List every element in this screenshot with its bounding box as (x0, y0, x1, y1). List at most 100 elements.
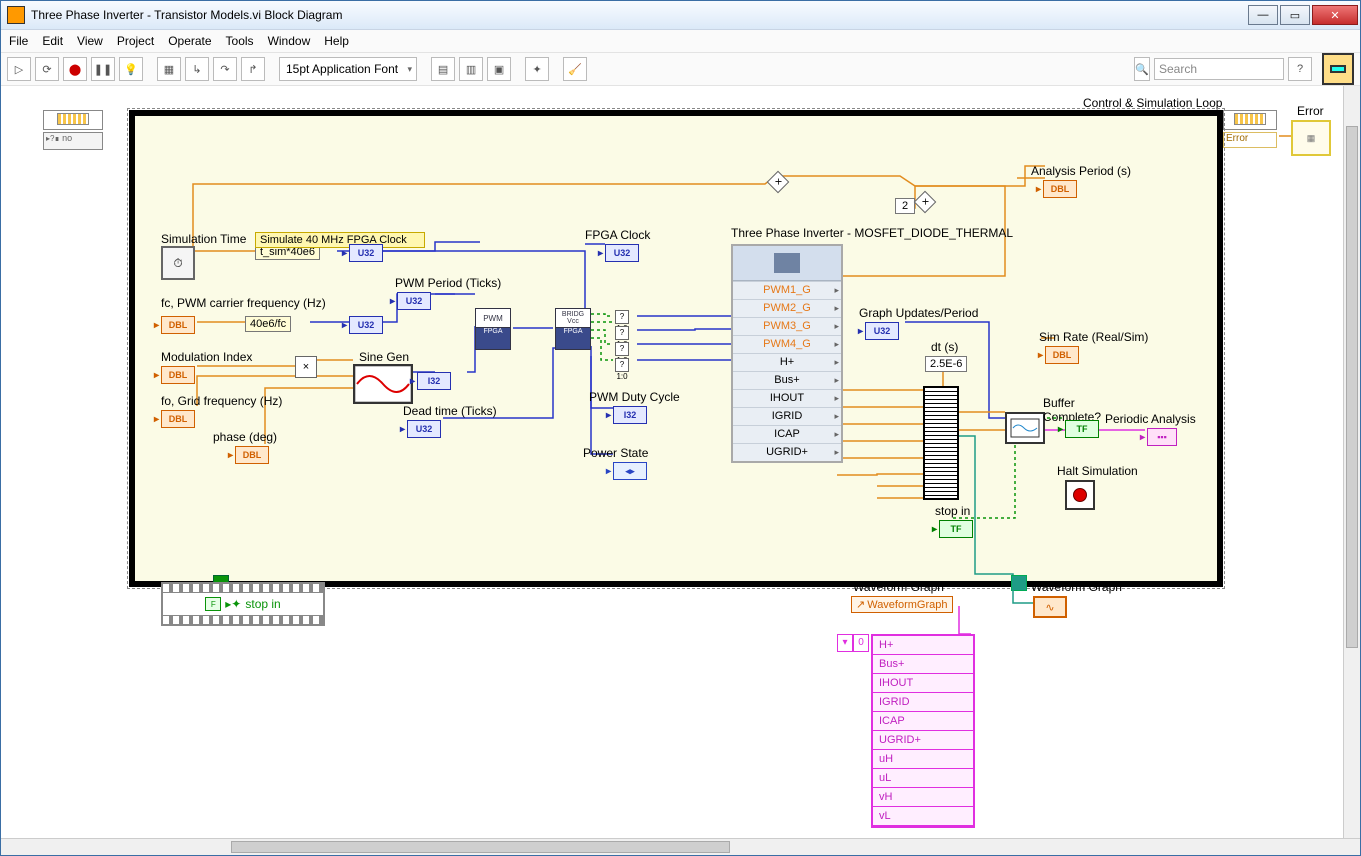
array-item-6[interactable]: uH (873, 750, 973, 769)
resize-button[interactable]: ▣ (487, 57, 511, 81)
dt-value[interactable]: 2.5E-6 (925, 356, 967, 372)
menu-edit[interactable]: Edit (42, 34, 63, 48)
collector-frame[interactable]: F ▸✦ stop in (161, 582, 325, 626)
horizontal-scrollbar[interactable] (1, 838, 1360, 855)
tf-chip-icon: F (205, 597, 221, 611)
reorder-button[interactable]: ✦ (525, 57, 549, 81)
array-item-1[interactable]: Bus+ (873, 655, 973, 674)
sim-rate-terminal[interactable]: DBL (1045, 346, 1079, 364)
highlight-button[interactable]: 💡 (119, 57, 143, 81)
minimize-button[interactable]: — (1248, 5, 1278, 25)
search-input[interactable]: Search (1154, 58, 1284, 80)
sel-4[interactable]: ?1:0 (615, 358, 629, 372)
mod-index-terminal[interactable]: DBL (161, 366, 195, 384)
step-into-button[interactable]: ↳ (185, 57, 209, 81)
menu-tools[interactable]: Tools (226, 34, 254, 48)
array-item-7[interactable]: uL (873, 769, 973, 788)
sim-config-output-node[interactable]: Error (1223, 110, 1277, 148)
menu-bar[interactable]: File Edit View Project Operate Tools Win… (1, 30, 1360, 53)
pause-button[interactable]: ❚❚ (91, 57, 115, 81)
sel-1[interactable]: ?1:0 (615, 310, 629, 324)
run-button[interactable]: ▷ (7, 57, 31, 81)
font-selector[interactable]: 15pt Application Font (279, 57, 417, 81)
menu-window[interactable]: Window (268, 34, 311, 48)
help-button[interactable]: ? (1288, 57, 1312, 81)
fc-label: fc, PWM carrier frequency (Hz) (161, 296, 326, 310)
sim-config-input-node[interactable]: ▸?∎ no (43, 110, 103, 150)
cast-u32-fc[interactable]: U32 (349, 316, 383, 334)
graph-updates-terminal[interactable]: U32 (865, 322, 899, 340)
subvi-row-hplus: H+ (733, 353, 841, 371)
menu-view[interactable]: View (77, 34, 103, 48)
waveform-graph-terminal[interactable]: ∿ (1033, 596, 1067, 618)
titlebar[interactable]: Three Phase Inverter - Transistor Models… (1, 1, 1360, 30)
vertical-scrollbar[interactable] (1343, 86, 1360, 839)
buffer-complete-terminal[interactable]: TF (1065, 420, 1099, 438)
window-title: Three Phase Inverter - Transistor Models… (31, 8, 1248, 22)
const-2[interactable]: 2 (895, 198, 915, 214)
menu-file[interactable]: File (9, 34, 28, 48)
phase-label: phase (deg) (213, 430, 277, 444)
stop-in-label: stop in (935, 504, 970, 518)
power-state-terminal[interactable]: ◂▸ (613, 462, 647, 480)
sel-2[interactable]: ?1:0 (615, 326, 629, 340)
mod-index-label: Modulation Index (161, 350, 252, 364)
fc-expr[interactable]: 40e6/fc (245, 316, 291, 332)
vi-icon[interactable] (1322, 53, 1354, 85)
array-item-4[interactable]: ICAP (873, 712, 973, 731)
multiply-2-icon[interactable]: × (914, 191, 937, 214)
pwm-duty-terminal[interactable]: I32 (613, 406, 647, 424)
subvi-three-phase-inverter[interactable]: PWM1_G PWM2_G PWM3_G PWM4_G H+ Bus+ IHOU… (731, 244, 843, 463)
cleanup-button[interactable]: 🧹 (563, 57, 587, 81)
fc-terminal[interactable]: DBL (161, 316, 195, 334)
pwm-fpga-block-icon[interactable]: PWMFPGA (475, 308, 511, 350)
retain-wire-button[interactable]: ▦ (157, 57, 181, 81)
run-continuous-button[interactable]: ⟳ (35, 57, 59, 81)
sim-time-icon[interactable]: ⏱ (161, 246, 195, 280)
periodic-analysis-terminal[interactable]: ▪▪▪ (1147, 428, 1177, 446)
fo-terminal[interactable]: DBL (161, 410, 195, 428)
array-item-9[interactable]: vL (873, 807, 973, 826)
align-button[interactable]: ▤ (431, 57, 455, 81)
menu-help[interactable]: Help (324, 34, 349, 48)
sel-3[interactable]: ?1:0 (615, 342, 629, 356)
error-out-terminal[interactable]: ▦ (1291, 120, 1331, 156)
close-button[interactable]: ✕ (1312, 5, 1358, 25)
dead-time-terminal[interactable]: U32 (407, 420, 441, 438)
analysis-period-terminal[interactable]: DBL (1043, 180, 1077, 198)
abort-button[interactable]: ⬤ (63, 57, 87, 81)
waveform-buffer-node[interactable] (1005, 412, 1045, 444)
waveform-graph-reference[interactable]: WaveformGraph (851, 596, 953, 613)
step-out-button[interactable]: ↱ (241, 57, 265, 81)
stop-in-terminal[interactable]: TF (939, 520, 973, 538)
simulation-loop[interactable]: Simulation Time ⏱ t_sim*40e6 Simulate 40… (129, 110, 1223, 587)
phase-terminal[interactable]: DBL (235, 446, 269, 464)
cast-i32-sine[interactable]: I32 (417, 372, 451, 390)
maximize-button[interactable]: ▭ (1280, 5, 1310, 25)
step-over-button[interactable]: ↷ (213, 57, 237, 81)
menu-operate[interactable]: Operate (168, 34, 211, 48)
array-item-5[interactable]: UGRID+ (873, 731, 973, 750)
toolbar: ▷ ⟳ ⬤ ❚❚ 💡 ▦ ↳ ↷ ↱ 15pt Application Font… (1, 53, 1360, 86)
pwm-duty-label: PWM Duty Cycle (589, 390, 680, 404)
array-item-0[interactable]: H+ (873, 636, 973, 655)
bundle-array-builder[interactable] (923, 386, 959, 500)
signal-names-array[interactable]: ▾0 H+ Bus+ IHOUT IGRID ICAP UGRID+ uH uL… (871, 634, 975, 828)
search-icon-button[interactable]: 🔍 (1134, 57, 1150, 81)
distribute-button[interactable]: ▥ (459, 57, 483, 81)
bridge-fpga-block-icon[interactable]: BRIDGVccFPGA (555, 308, 591, 350)
halt-simulation-node[interactable] (1065, 480, 1095, 510)
multiply-mi-icon[interactable]: × (295, 356, 317, 378)
pwm-period-terminal[interactable]: U32 (397, 292, 431, 310)
loop-tunnel-data[interactable] (1011, 575, 1027, 591)
block-diagram-canvas[interactable]: Control & Simulation Loop ▸?∎ no Error E… (1, 86, 1344, 839)
multiply-top-icon[interactable]: × (767, 171, 790, 194)
sine-gen-icon[interactable] (353, 364, 413, 404)
cast-u32-sim-time[interactable]: U32 (349, 244, 383, 262)
fpga-clock-terminal[interactable]: U32 (605, 244, 639, 262)
menu-project[interactable]: Project (117, 34, 154, 48)
array-item-3[interactable]: IGRID (873, 693, 973, 712)
array-item-2[interactable]: IHOUT (873, 674, 973, 693)
array-index[interactable]: 0 (853, 634, 869, 652)
array-item-8[interactable]: vH (873, 788, 973, 807)
